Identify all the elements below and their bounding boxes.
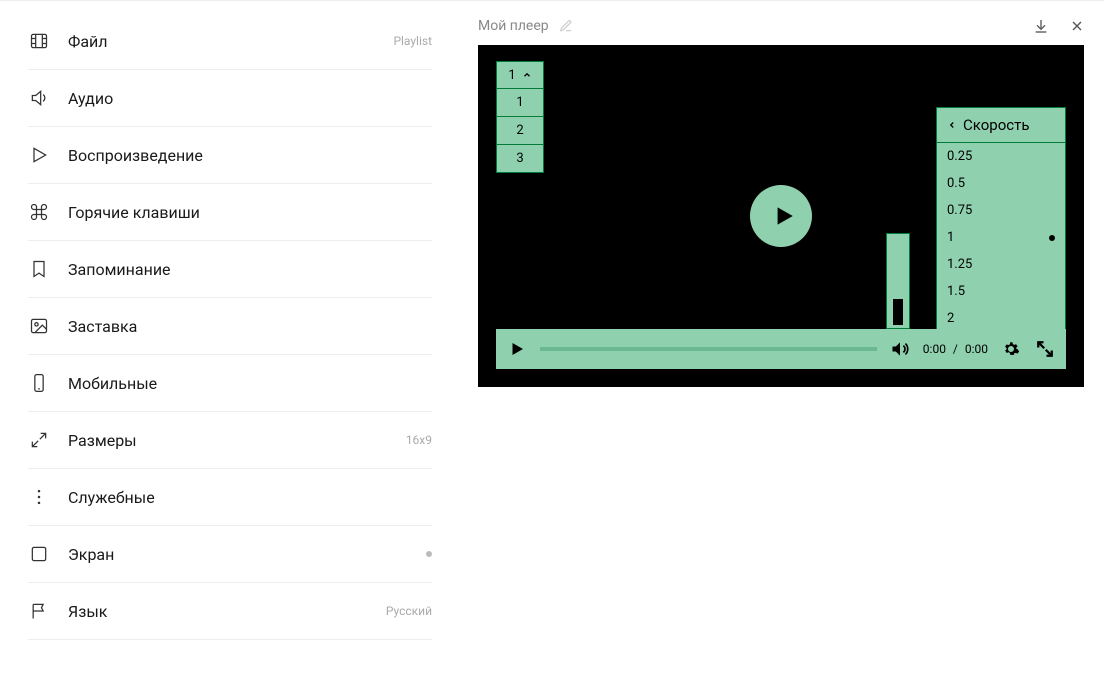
sidebar-item-label: Язык (68, 602, 386, 621)
play-icon (770, 203, 796, 229)
sidebar-item-label: Горячие клавиши (68, 203, 432, 222)
sidebar-item-meta: Playlist (393, 34, 432, 48)
expand-icon (28, 429, 50, 451)
playlist-current-label: 1 (508, 68, 515, 83)
playlist-option[interactable]: 3 (496, 145, 544, 173)
sidebar-item-remember[interactable]: Запоминание (28, 241, 432, 298)
playlist-option[interactable]: 1 (496, 89, 544, 117)
sidebar-item-label: Мобильные (68, 374, 432, 393)
playlist-selector: 1 123 (496, 61, 544, 173)
sidebar-item-label: Воспроизведение (68, 146, 432, 165)
speed-option[interactable]: 2 (937, 305, 1065, 332)
sidebar-item-hotkeys[interactable]: Горячие клавиши (28, 184, 432, 241)
phone-icon (28, 372, 50, 394)
edit-title-icon[interactable] (559, 19, 573, 33)
player-title: Мой плеер (478, 18, 549, 34)
speed-option[interactable]: 1.25 (937, 251, 1065, 278)
settings-button[interactable] (1000, 338, 1022, 360)
sidebar-item-file[interactable]: ФайлPlaylist (28, 13, 432, 70)
speed-option[interactable]: 1.5 (937, 278, 1065, 305)
download-icon[interactable] (1032, 17, 1050, 35)
sidebar-item-label: Экран (68, 545, 426, 564)
time-current: 0:00 (923, 342, 946, 356)
chevron-up-icon (522, 70, 532, 80)
volume-slider[interactable] (886, 233, 910, 329)
speed-option[interactable]: 0.75 (937, 197, 1065, 224)
titlebar: Мой плеер (478, 11, 1086, 41)
speed-option-label: 1.5 (947, 284, 965, 299)
sidebar-item-audio[interactable]: Аудио (28, 70, 432, 127)
dots-v-icon (28, 486, 50, 508)
volume-button[interactable] (889, 338, 911, 360)
chevron-left-icon (947, 120, 957, 130)
play-button[interactable] (506, 338, 528, 360)
flag-icon (28, 600, 50, 622)
big-play-button[interactable] (750, 185, 812, 247)
speed-selected-dot (1049, 235, 1055, 241)
main-area: Мой плеер 1 123 (460, 1, 1104, 698)
command-icon (28, 201, 50, 223)
fullscreen-button[interactable] (1034, 338, 1056, 360)
play-icon (28, 144, 50, 166)
speed-title: Скорость (963, 116, 1029, 134)
speed-panel: Скорость 0.25 0.5 0.75 1 1.25 1.5 2 (936, 107, 1066, 333)
time-separator: / (953, 342, 958, 356)
image-icon (28, 315, 50, 337)
sidebar-item-label: Заставка (68, 317, 432, 336)
sidebar-item-meta: Русский (386, 604, 432, 618)
film-icon (28, 30, 50, 52)
bookmark-icon (28, 258, 50, 280)
sidebar-item-label: Аудио (68, 89, 432, 108)
speed-option-label: 0.75 (947, 203, 972, 218)
sidebar-item-screen[interactable]: Экран (28, 526, 432, 583)
close-icon[interactable] (1068, 17, 1086, 35)
controls-bar: 0:00 / 0:00 (496, 329, 1066, 369)
speed-option-label: 1.25 (947, 257, 972, 272)
sidebar-item-meta: 16x9 (406, 433, 432, 447)
sidebar-item-label: Файл (68, 32, 393, 51)
sidebar-item-splash[interactable]: Заставка (28, 298, 432, 355)
speed-panel-header[interactable]: Скорость (937, 108, 1065, 143)
status-dot (426, 551, 432, 557)
sidebar-item-lang[interactable]: ЯзыкРусский (28, 583, 432, 640)
speed-option-label: 0.5 (947, 176, 965, 191)
playlist-current[interactable]: 1 (496, 61, 544, 89)
time-display: 0:00 / 0:00 (923, 342, 988, 356)
sidebar-item-mobile[interactable]: Мобильные (28, 355, 432, 412)
video-player: 1 123 Скорость 0.250.50.7511.251.52 (478, 45, 1084, 387)
sidebar-item-label: Запоминание (68, 260, 432, 279)
progress-bar[interactable] (540, 347, 877, 351)
speed-option-label: 0.25 (947, 149, 972, 164)
speed-option[interactable]: 0.25 (937, 143, 1065, 170)
sidebar: ФайлPlaylist Аудио Воспроизведение Горячие … (0, 1, 460, 698)
sidebar-item-service[interactable]: Служебные (28, 469, 432, 526)
sidebar-item-label: Служебные (68, 488, 432, 507)
volume-fill (893, 299, 903, 325)
playlist-option[interactable]: 2 (496, 117, 544, 145)
sidebar-item-label: Размеры (68, 431, 406, 450)
speed-option-label: 2 (947, 311, 954, 326)
speed-option[interactable]: 0.5 (937, 170, 1065, 197)
speed-option-label: 1 (947, 230, 954, 245)
speed-option[interactable]: 1 (937, 224, 1065, 251)
sidebar-item-playback[interactable]: Воспроизведение (28, 127, 432, 184)
speaker-icon (28, 87, 50, 109)
square-icon (28, 543, 50, 565)
sidebar-item-sizes[interactable]: Размеры16x9 (28, 412, 432, 469)
time-total: 0:00 (965, 342, 988, 356)
